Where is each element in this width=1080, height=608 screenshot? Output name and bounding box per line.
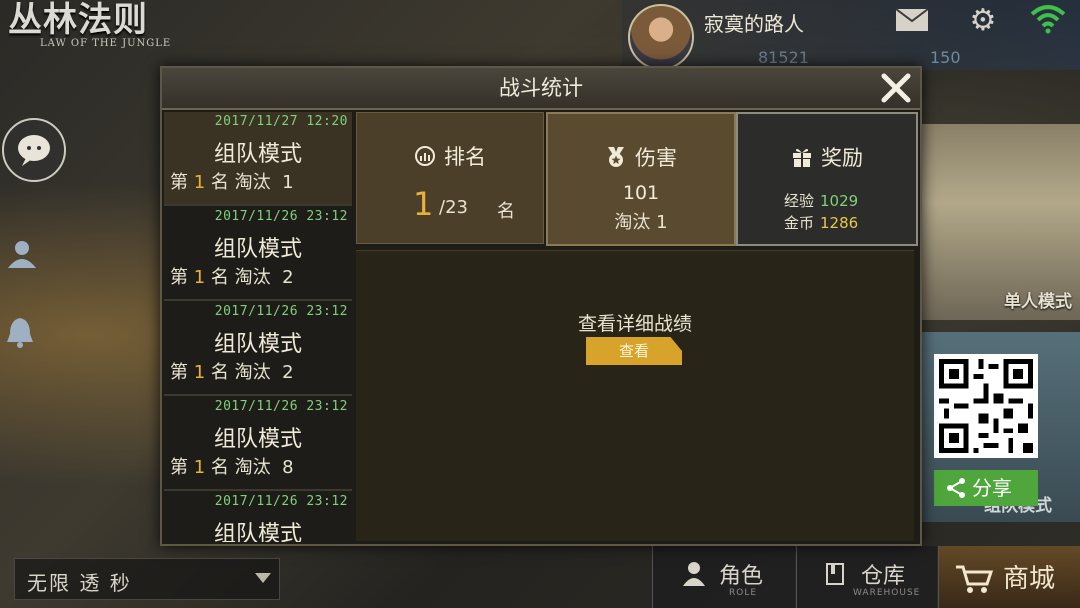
detail-text: 查看详细战绩 — [577, 313, 692, 335]
mode-select-value: 无限 透 秒 — [27, 571, 132, 595]
rank-icon — [415, 146, 435, 166]
chat-button[interactable] — [2, 118, 66, 182]
mode-select[interactable]: 无限 透 秒 — [14, 558, 280, 600]
detail-panel: 查看详细战绩 查看 — [356, 250, 914, 541]
battle-stats-dialog: 战斗统计 2017/11/27 12:20 组队模式 第 1 名 淘汰 1 20… — [160, 66, 922, 546]
damage-value: 101 — [622, 182, 660, 204]
rank-total: /23 — [439, 197, 468, 218]
damage-panel: 伤害 101 淘汰 1 — [546, 112, 736, 246]
share-label: 分享 — [972, 476, 1012, 500]
game-logo: 丛林法则 LAW OF THE JUNGLE — [8, 2, 198, 52]
history-result: 第 1 名 淘汰 2 — [170, 362, 294, 383]
currency-a: 81521 — [758, 48, 809, 67]
solo-mode-card[interactable]: 单人模式 — [920, 124, 1080, 320]
avatar[interactable] — [628, 4, 694, 70]
history-item[interactable]: 2017/11/26 23:12 组队模式 第 1 名 淘汰 8 — [164, 397, 352, 491]
damage-header: 伤害 — [548, 142, 734, 172]
reward-title: 奖励 — [821, 146, 863, 170]
nav-warehouse-button[interactable]: 仓库 WAREHOUSE — [796, 546, 937, 608]
nav-role-button[interactable]: 角色 ROLE — [652, 546, 795, 608]
nav-shop-button[interactable]: 商城 — [938, 546, 1080, 608]
role-icon — [683, 562, 705, 586]
history-mode: 组队模式 — [213, 427, 302, 452]
reward-header: 奖励 — [738, 142, 916, 172]
battle-history-list: 2017/11/27 12:20 组队模式 第 1 名 淘汰 1 2017/11… — [164, 112, 352, 542]
exp-row: 经验 1029 — [784, 192, 859, 210]
currency-b: 150 — [930, 48, 961, 67]
gear-icon[interactable]: ⚙ — [966, 4, 1000, 38]
history-item[interactable]: 2017/11/26 23:12 组队模式 第 1 名 淘汰 2 — [164, 207, 352, 301]
history-mode: 组队模式 — [213, 142, 302, 167]
medal-icon — [608, 147, 624, 167]
logo-en: LAW OF THE JUNGLE — [40, 38, 172, 49]
cart-icon — [956, 565, 993, 593]
close-icon[interactable] — [878, 70, 914, 106]
warehouse-icon — [826, 563, 844, 585]
gift-icon — [793, 148, 811, 167]
friends-icon[interactable] — [0, 230, 40, 280]
logo-cn: 丛林法则 — [8, 0, 148, 40]
nav-role-label: 角色 — [719, 564, 764, 589]
reward-panel: 奖励 经验 1029 金币 1286 — [736, 112, 918, 246]
wifi-icon — [1030, 5, 1066, 34]
rank-title: 排名 — [444, 145, 486, 169]
history-date: 2017/11/26 23:12 — [214, 304, 348, 319]
rank-value: 1 — [413, 185, 434, 223]
history-result: 第 1 名 淘汰 2 — [170, 267, 294, 288]
nav-shop-label: 商城 — [1003, 564, 1056, 594]
chat-icon — [18, 135, 50, 166]
rank-header: 排名 — [357, 141, 543, 171]
history-mode: 组队模式 — [213, 237, 302, 262]
gold-row: 金币 1286 — [784, 214, 859, 232]
nav-warehouse-label: 仓库 — [861, 564, 906, 589]
rank-unit: 名 — [497, 201, 515, 222]
history-item[interactable]: 2017/11/27 12:20 组队模式 第 1 名 淘汰 1 — [164, 112, 352, 206]
history-mode: 组队模式 — [213, 332, 302, 357]
history-result: 第 1 名 淘汰 8 — [170, 457, 294, 478]
history-item[interactable]: 2017/11/26 23:12 组队模式 第 1 名 淘汰 2 — [164, 302, 352, 396]
history-mode: 组队模式 — [213, 522, 302, 542]
damage-kills: 淘汰 1 — [614, 212, 668, 233]
rank-panel: 排名 1 /23 名 — [356, 112, 544, 244]
qr-code — [934, 354, 1038, 458]
username: 寂寞的路人 — [704, 12, 804, 36]
share-icon — [947, 478, 965, 498]
view-details-button[interactable]: 查看 — [586, 337, 682, 365]
history-date: 2017/11/26 23:12 — [214, 209, 348, 224]
damage-title: 伤害 — [635, 146, 677, 170]
nav-role-sub: ROLE — [729, 588, 758, 598]
dropdown-arrow-icon — [255, 573, 271, 583]
share-button[interactable]: 分享 — [934, 470, 1038, 506]
history-date: 2017/11/27 12:20 — [214, 114, 348, 129]
nav-warehouse-sub: WAREHOUSE — [853, 588, 921, 598]
history-date: 2017/11/26 23:12 — [214, 494, 348, 509]
solo-mode-label: 单人模式 — [1004, 292, 1072, 312]
dialog-title: 战斗统计 — [499, 76, 583, 100]
mail-icon[interactable] — [895, 8, 929, 32]
history-result: 第 1 名 淘汰 1 — [170, 172, 294, 193]
bell-icon[interactable] — [0, 312, 40, 352]
history-date: 2017/11/26 23:12 — [214, 399, 348, 414]
history-item[interactable]: 2017/11/26 23:12 组队模式 — [164, 492, 352, 542]
